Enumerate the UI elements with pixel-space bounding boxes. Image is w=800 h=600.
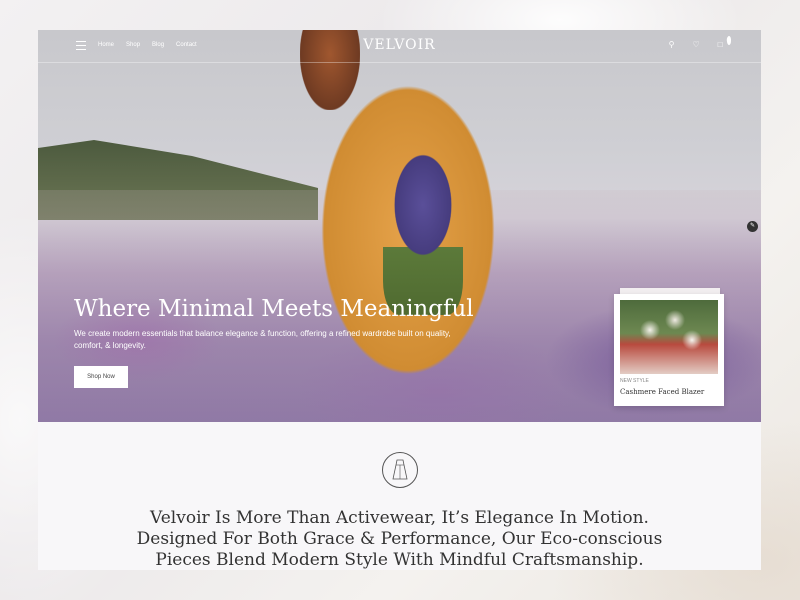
dress-emblem-icon (382, 452, 418, 488)
product-card-tag: NEW STYLE (620, 378, 649, 384)
product-card-image[interactable] (620, 300, 718, 374)
hero-subtitle: We create modern essentials that balance… (74, 329, 451, 350)
shop-now-button[interactable]: Shop Now (74, 366, 128, 388)
about-line-2: Designed For Both Grace & Performance, O… (136, 529, 663, 549)
brand-logo[interactable]: VELVOIR (38, 37, 761, 53)
bag-icon[interactable]: □ 0 (718, 36, 731, 49)
about-section: Velvoir Is More Than Activewear, It’s El… (38, 422, 761, 570)
about-line-1: Velvoir Is More Than Activewear, It’s El… (150, 508, 649, 528)
heart-icon[interactable]: ♡ (693, 40, 700, 49)
top-navigation: Home Shop Blog Contact VELVOIR ⚲ ♡ □ 0 (38, 30, 761, 63)
about-statement: Velvoir Is More Than Activewear, It’s El… (38, 508, 761, 570)
product-card[interactable]: NEW STYLE Cashmere Faced Blazer (614, 294, 724, 406)
hero-title: Where Minimal Meets Meaningful (74, 296, 474, 322)
website-frame: Home Shop Blog Contact VELVOIR ⚲ ♡ □ 0 Wh… (38, 30, 761, 570)
hero-banner: Home Shop Blog Contact VELVOIR ⚲ ♡ □ 0 Wh… (38, 30, 761, 422)
product-card-name[interactable]: Cashmere Faced Blazer (620, 388, 704, 396)
floating-action-icon[interactable]: ✎ (747, 221, 758, 232)
hero-lavender-bouquet (383, 145, 463, 315)
cart-count-badge: 0 (726, 36, 731, 45)
search-icon[interactable]: ⚲ (669, 40, 675, 49)
about-line-3: Pieces Blend Modern Style With Mindful C… (155, 550, 644, 570)
nav-icons: ⚲ ♡ □ 0 (669, 36, 731, 49)
